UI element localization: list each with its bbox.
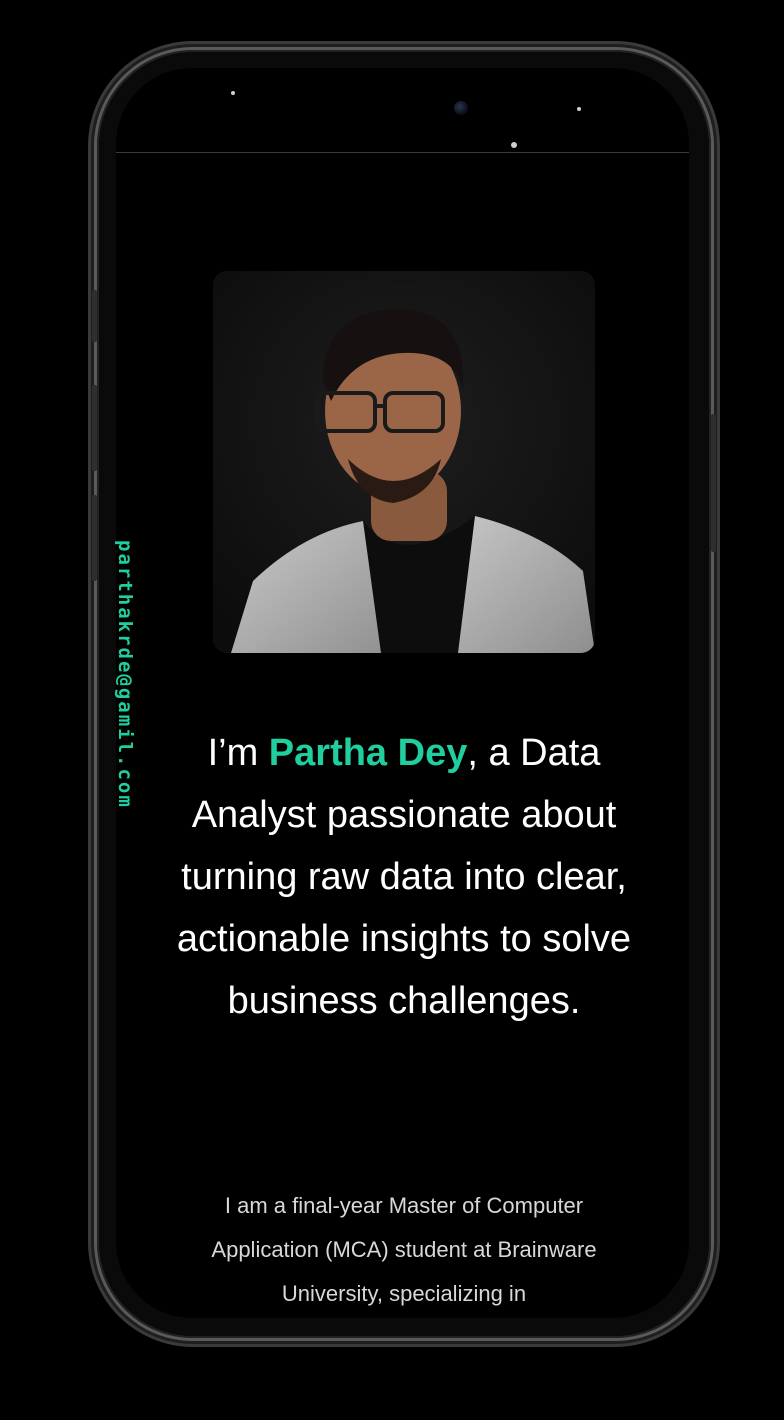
star-dot: [231, 91, 235, 95]
phone-screen: [116, 68, 689, 1318]
hero-prefix: I’m: [207, 732, 269, 774]
email-link[interactable]: parthakrde@gamil.com: [114, 540, 136, 809]
header-divider: [116, 152, 689, 153]
hero-headline: I’m Partha Dey, a Data Analyst passionat…: [176, 722, 632, 1032]
profile-photo-illustration: [213, 271, 595, 653]
star-dot: [511, 142, 517, 148]
about-paragraph: I am a final-year Master of Computer App…: [211, 1193, 597, 1306]
front-camera-icon: [454, 101, 468, 115]
hero-name: Partha Dey: [268, 732, 468, 774]
side-button-volume-up: [92, 385, 97, 471]
side-button-power: [711, 414, 716, 552]
side-button-mute: [92, 290, 97, 342]
side-button-volume-down: [92, 495, 97, 581]
profile-photo: [213, 271, 595, 653]
hero-tagline: , a Data Analyst passionate about turnin…: [176, 732, 632, 1022]
star-dot: [577, 107, 581, 111]
